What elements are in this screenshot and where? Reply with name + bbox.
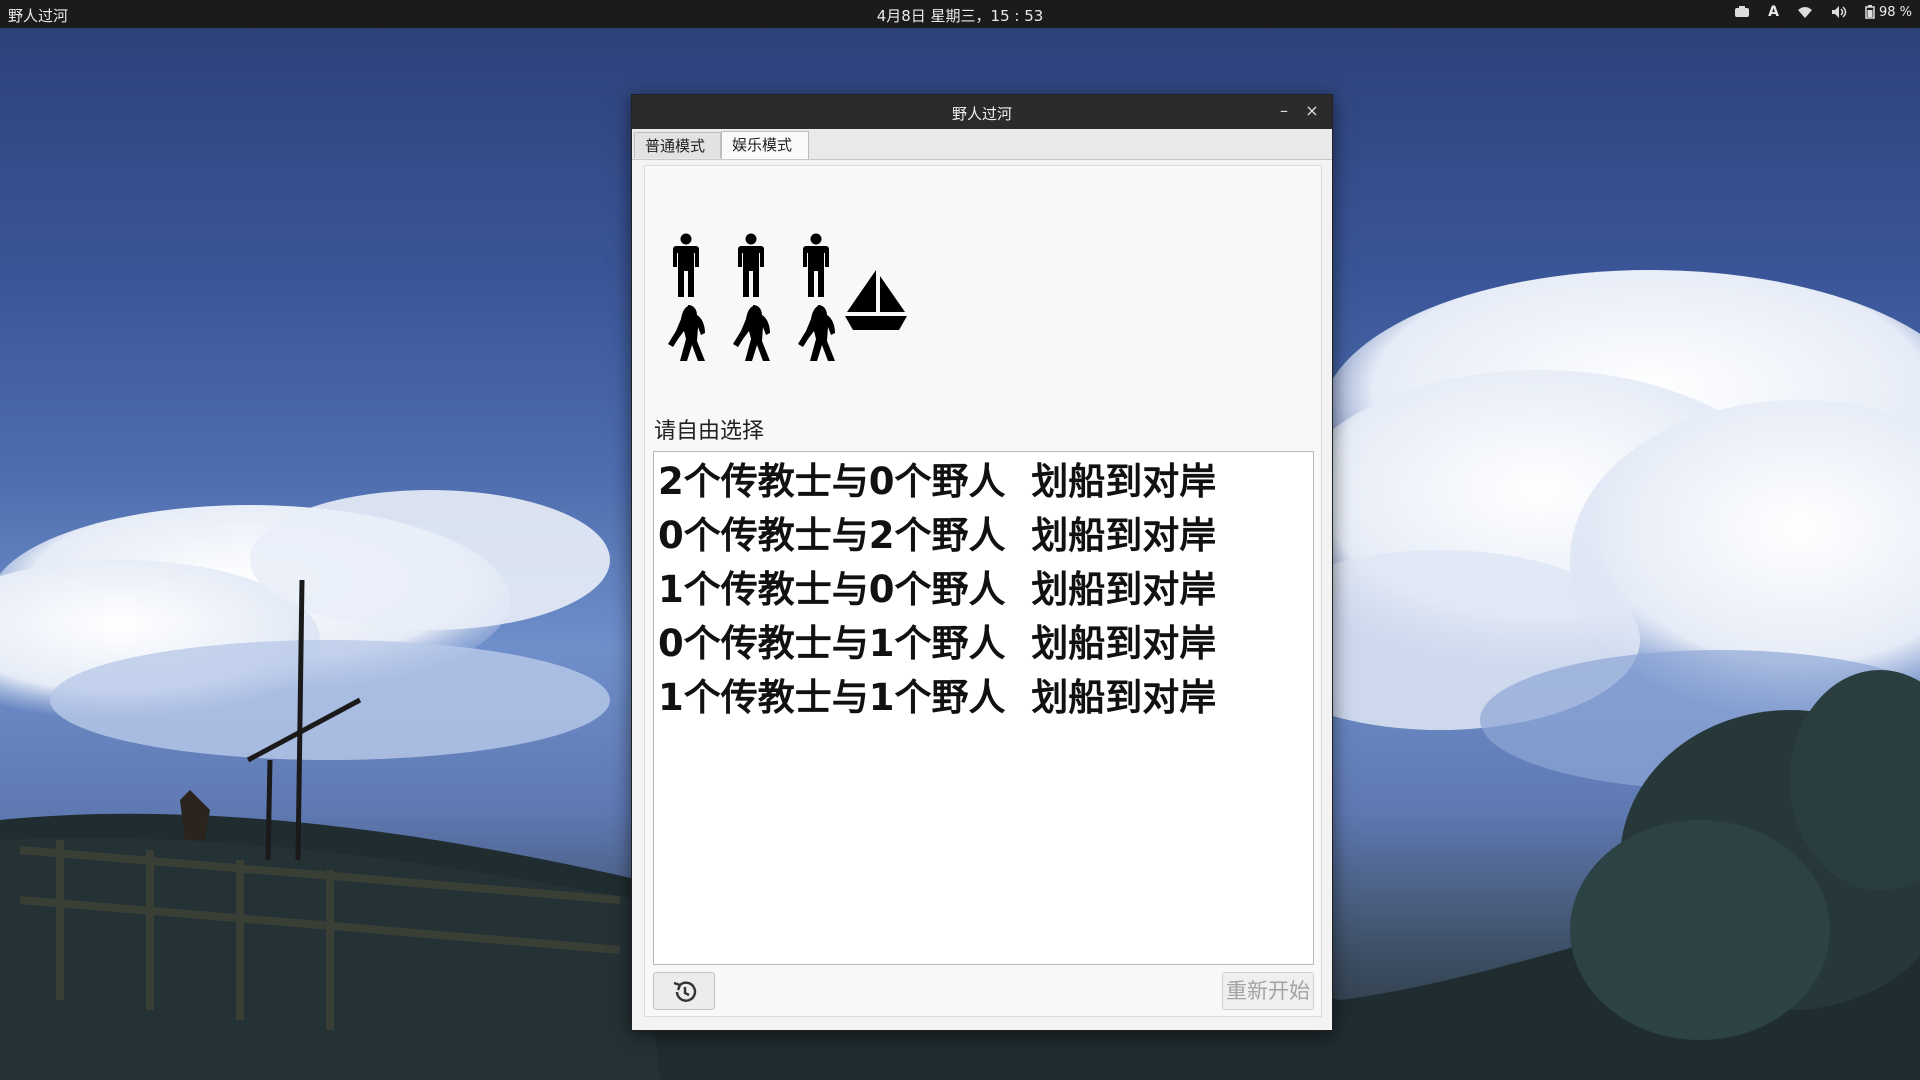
person-icon — [738, 233, 764, 297]
battery-icon — [1865, 5, 1875, 19]
window-titlebar[interactable]: 野人过河 – × — [632, 95, 1332, 129]
bigfoot-icon — [798, 305, 835, 361]
tab-normal-mode[interactable]: 普通模式 — [634, 132, 721, 158]
system-tray: A 98 % — [1734, 4, 1912, 20]
option-item[interactable]: 0个传教士与1个野人 划船到对岸 — [658, 621, 1216, 667]
history-icon — [673, 981, 697, 1002]
option-item[interactable]: 2个传教士与0个野人 划船到对岸 — [658, 459, 1216, 505]
battery-indicator[interactable]: 98 % — [1865, 5, 1912, 20]
history-button[interactable] — [653, 972, 715, 1010]
bigfoot-icon — [668, 305, 705, 361]
person-icon — [673, 233, 699, 297]
battery-percent: 98 % — [1878, 4, 1912, 20]
window-title: 野人过河 — [951, 105, 1012, 123]
restart-button[interactable]: 重新开始 — [1222, 972, 1314, 1010]
tab-entertainment-mode[interactable]: 娱乐模式 — [721, 131, 809, 159]
minimize-button[interactable]: – — [1272, 99, 1296, 123]
option-item[interactable]: 1个传教士与0个野人 划船到对岸 — [658, 567, 1216, 613]
sailboat-icon — [845, 270, 907, 330]
panel-clock[interactable]: 4月8日 星期三，15 : 53 — [877, 7, 1044, 25]
keyboard-layout-indicator[interactable]: A — [1768, 4, 1779, 20]
close-button[interactable]: × — [1300, 99, 1324, 123]
bigfoot-icon — [733, 305, 770, 361]
panel-app-name[interactable]: 野人过河 — [8, 5, 68, 26]
mode-tabbar: 普通模式 娱乐模式 — [632, 129, 1332, 160]
top-panel: 野人过河 4月8日 星期三，15 : 53 A 98 % — [0, 0, 1920, 28]
volume-icon[interactable] — [1831, 5, 1847, 19]
wifi-icon[interactable] — [1797, 6, 1813, 19]
prompt-label: 请自由选择 — [654, 419, 765, 444]
option-item[interactable]: 0个传教士与2个野人 划船到对岸 — [658, 513, 1216, 559]
option-item[interactable]: 1个传教士与1个野人 划船到对岸 — [658, 675, 1216, 721]
clipboard-icon[interactable] — [1734, 5, 1750, 19]
person-icon — [803, 233, 829, 297]
options-list[interactable]: 2个传教士与0个野人 划船到对岸 0个传教士与2个野人 划船到对岸 1个传教士与… — [653, 451, 1314, 965]
